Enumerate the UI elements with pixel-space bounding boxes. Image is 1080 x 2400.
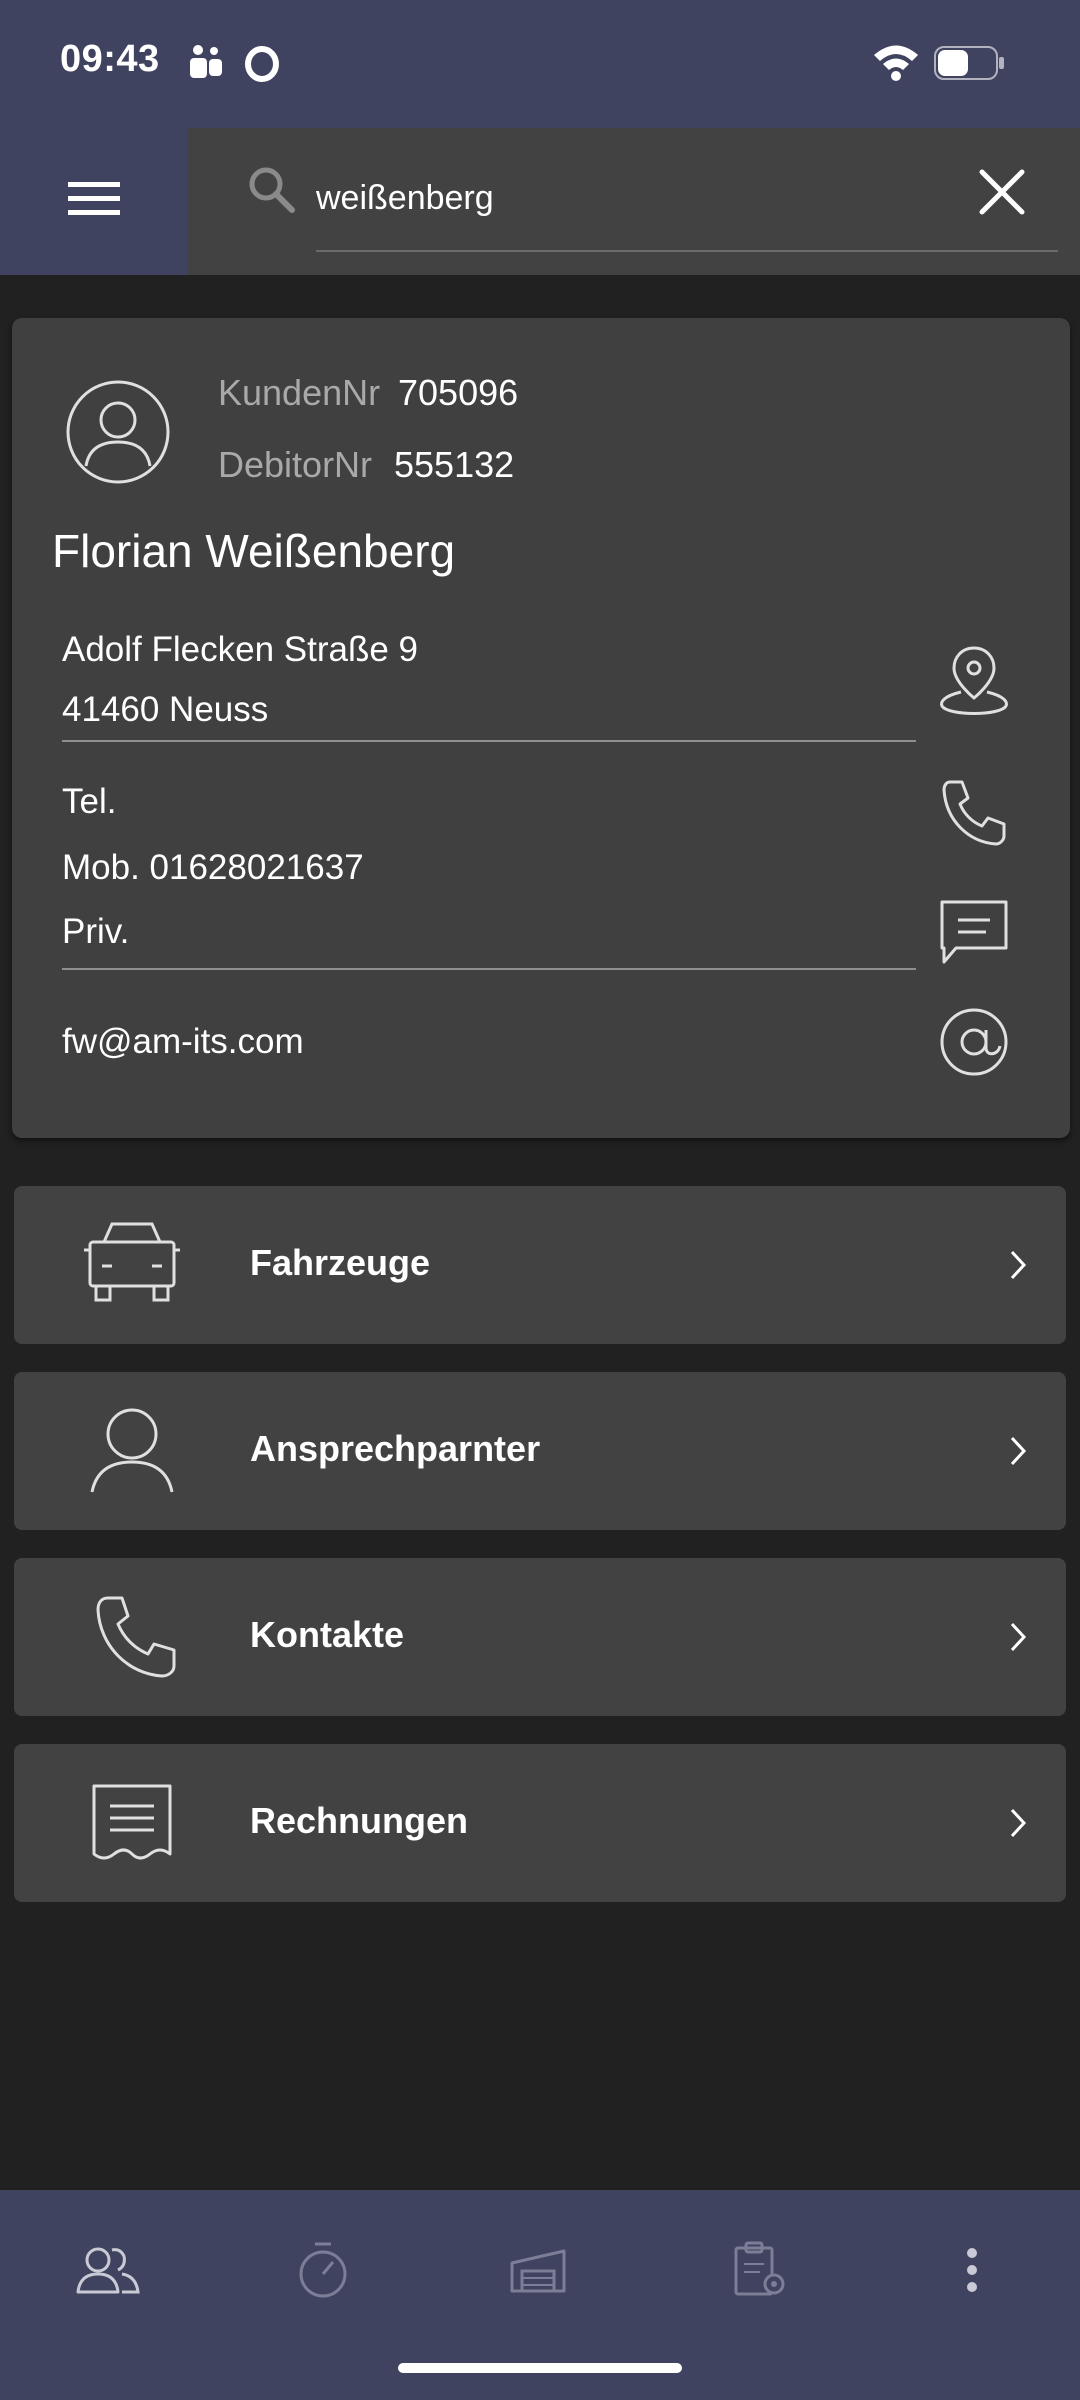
menu-item-label: Fahrzeuge: [250, 1242, 431, 1283]
garage-icon: [508, 2245, 568, 2300]
menu-item-label: Rechnungen: [250, 1800, 469, 1841]
message-icon[interactable]: [934, 890, 1014, 975]
nav-time-tracking[interactable]: [273, 2222, 373, 2322]
nav-more[interactable]: [922, 2222, 1022, 2322]
nav-customers[interactable]: [58, 2222, 158, 2322]
chevron-right-icon: [1006, 1248, 1030, 1287]
hamburger-menu-icon: [68, 179, 120, 224]
nav-orders[interactable]: [710, 2222, 810, 2322]
user-circle-icon: [64, 378, 172, 491]
status-bar: 09:43: [0, 0, 1080, 128]
debitor-nr-label: DebitorNr: [218, 444, 373, 485]
wifi-icon: [872, 42, 920, 87]
car-icon: [82, 1220, 182, 1315]
debitor-nr-value: 555132: [394, 444, 515, 485]
phone-tel: Tel.: [62, 782, 117, 821]
address-street: Adolf Flecken Straße 9: [62, 630, 418, 669]
phone-icon[interactable]: [934, 772, 1014, 857]
menu-item-ansprechpartner[interactable]: Ansprechparnter: [14, 1372, 1066, 1530]
receipt-icon: [82, 1778, 182, 1873]
menu-item-rechnungen[interactable]: Rechnungen: [14, 1744, 1066, 1902]
clipboard-settings-icon: [730, 2240, 790, 2305]
address-city: 41460 Neuss: [62, 690, 269, 729]
app-header: [0, 128, 1080, 275]
at-icon[interactable]: [934, 1002, 1014, 1087]
battery-icon: [934, 46, 1006, 85]
chevron-right-icon: [1006, 1434, 1030, 1473]
menu-button[interactable]: [0, 128, 188, 275]
more-vertical-icon: [962, 2245, 982, 2300]
address-divider: [62, 740, 916, 742]
search-underline: [316, 250, 1058, 252]
opera-icon: [244, 46, 280, 87]
chevron-right-icon: [1006, 1806, 1030, 1845]
close-icon[interactable]: [970, 160, 1034, 224]
phone-icon: [82, 1592, 182, 1687]
menu-item-kontakte[interactable]: Kontakte: [14, 1558, 1066, 1716]
search-input[interactable]: [316, 168, 926, 228]
status-time: 09:43: [60, 38, 160, 80]
customer-name: Florian Weißenberg: [52, 525, 456, 577]
teams-icon: [186, 42, 226, 87]
search-bar: [188, 128, 1080, 275]
stopwatch-icon: [295, 2240, 351, 2305]
menu-item-label: Ansprechparnter: [250, 1428, 541, 1469]
phone-divider: [62, 968, 916, 970]
customer-card: KundenNr 705096 DebitorNr 555132 Florian…: [12, 318, 1070, 1138]
home-indicator[interactable]: [398, 2363, 682, 2373]
phone-mobile[interactable]: Mob. 01628021637: [62, 848, 364, 888]
map-pin-icon[interactable]: [934, 640, 1014, 725]
email-value[interactable]: fw@am-its.com: [62, 1022, 304, 1062]
customers-icon: [76, 2242, 140, 2303]
person-icon: [82, 1406, 182, 1501]
nav-workshop[interactable]: [488, 2222, 588, 2322]
chevron-right-icon: [1006, 1620, 1030, 1659]
menu-item-label: Kontakte: [250, 1614, 405, 1655]
search-icon: [246, 164, 298, 221]
menu-item-fahrzeuge[interactable]: Fahrzeuge: [14, 1186, 1066, 1344]
kunden-nr-label: KundenNr: [218, 372, 381, 413]
phone-private: Priv.: [62, 912, 130, 951]
kunden-nr-value: 705096: [398, 372, 519, 413]
